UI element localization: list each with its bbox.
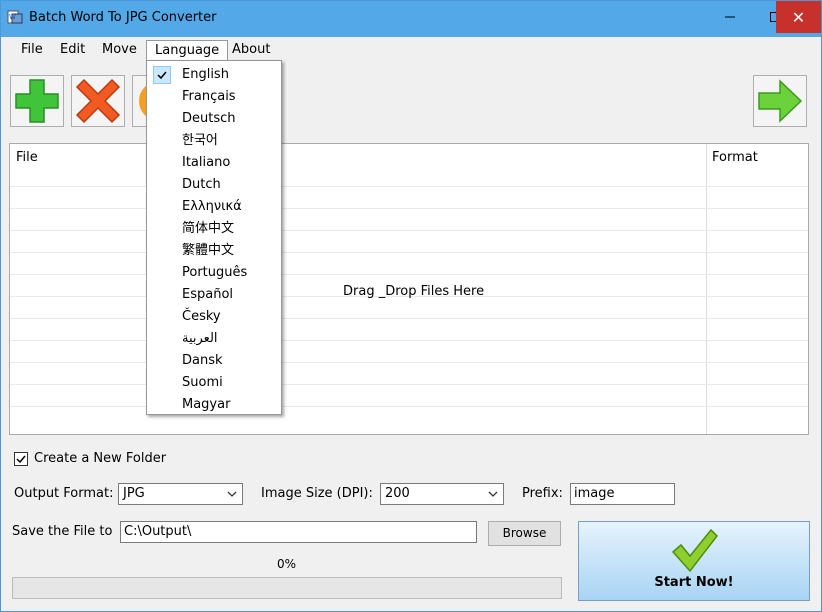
language-option[interactable]: Deutsch: [147, 108, 281, 130]
language-option[interactable]: Česky: [147, 306, 281, 328]
language-option-label: Português: [182, 265, 248, 280]
language-option[interactable]: Português: [147, 262, 281, 284]
language-option[interactable]: Ελληνικά: [147, 196, 281, 218]
menu-file[interactable]: File: [13, 40, 51, 62]
output-format-value: JPG: [123, 486, 145, 501]
close-icon: ✕: [791, 7, 806, 27]
language-option-label: English: [182, 67, 229, 82]
progress-bar: [12, 577, 562, 599]
new-folder-option[interactable]: Create a New Folder: [14, 451, 166, 466]
save-path-value: C:\Output\: [124, 524, 192, 539]
language-option[interactable]: Suomi: [147, 372, 281, 394]
new-folder-label: Create a New Folder: [34, 451, 167, 466]
menu-edit[interactable]: Edit: [52, 40, 93, 62]
language-option[interactable]: Français: [147, 86, 281, 108]
chevron-down-icon: [488, 491, 498, 497]
row-divider: [10, 384, 808, 385]
next-button[interactable]: [753, 75, 807, 127]
image-size-select[interactable]: 200: [380, 483, 504, 505]
column-divider: [706, 144, 707, 434]
row-divider: [10, 230, 808, 231]
language-option-label: Italiano: [182, 155, 231, 170]
language-option[interactable]: Dansk: [147, 350, 281, 372]
prefix-label: Prefix:: [522, 486, 563, 501]
start-now-label: Start Now!: [654, 575, 734, 590]
minimize-button[interactable]: [707, 1, 753, 33]
svg-text:W: W: [9, 13, 16, 21]
row-divider: [10, 208, 808, 209]
row-divider: [10, 406, 808, 407]
language-option-label: Deutsch: [182, 111, 236, 126]
column-header-file[interactable]: File: [16, 150, 38, 165]
drop-hint: Drag _Drop Files Here: [343, 284, 485, 299]
language-option-label: Dutch: [182, 177, 221, 192]
menu-bar: File Edit Move Language About: [1, 37, 821, 63]
language-option-label: Français: [182, 89, 236, 104]
x-icon: [75, 78, 121, 124]
row-divider: [10, 362, 808, 363]
close-button[interactable]: ✕: [776, 1, 821, 33]
image-size-label: Image Size (DPI):: [261, 486, 373, 501]
row-divider: [10, 252, 808, 253]
menu-about[interactable]: About: [224, 40, 278, 62]
remove-file-button[interactable]: [71, 75, 125, 127]
progress-label: 0%: [277, 557, 297, 571]
language-option-label: Español: [182, 287, 234, 302]
language-option-label: 繁體中文: [182, 243, 235, 258]
language-option-label: العربية: [182, 331, 218, 346]
window-title: Batch Word To JPG Converter: [29, 10, 217, 25]
language-option[interactable]: Italiano: [147, 152, 281, 174]
start-now-button[interactable]: Start Now!: [578, 521, 810, 601]
prefix-value: image: [574, 486, 615, 501]
output-format-select[interactable]: JPG: [118, 483, 243, 505]
language-option[interactable]: Dutch: [147, 174, 281, 196]
language-option[interactable]: English: [147, 64, 281, 86]
add-files-button[interactable]: [10, 75, 64, 127]
row-divider: [10, 318, 808, 319]
language-option[interactable]: Magyar: [147, 394, 281, 416]
prefix-input[interactable]: image: [570, 483, 675, 505]
language-option[interactable]: Español: [147, 284, 281, 306]
new-folder-checkbox[interactable]: [14, 451, 28, 466]
row-divider: [10, 186, 808, 187]
save-path-input[interactable]: C:\Output\: [120, 521, 477, 543]
checkmark-icon: [153, 66, 171, 84]
checkmark-icon: [16, 455, 26, 463]
plus-icon: [15, 79, 59, 123]
save-location-label: Save the File to: [12, 524, 113, 539]
language-option-label: Česky: [182, 309, 221, 324]
language-option-label: Ελληνικά: [182, 199, 242, 214]
arrow-right-icon: [758, 79, 803, 123]
image-size-value: 200: [385, 486, 410, 501]
language-option-label: 简体中文: [182, 221, 235, 236]
app-icon: W: [7, 10, 23, 24]
row-divider: [10, 274, 808, 275]
menu-move[interactable]: Move: [94, 40, 145, 62]
app-window: W Batch Word To JPG Converter ✕ File Edi…: [0, 0, 822, 612]
language-option-label: Magyar: [182, 397, 231, 412]
chevron-down-icon: [227, 491, 237, 497]
language-option[interactable]: 한국어: [147, 130, 281, 152]
column-header-format[interactable]: Format: [712, 150, 758, 165]
language-option-label: Dansk: [182, 353, 223, 368]
language-option[interactable]: العربية: [147, 328, 281, 350]
file-list[interactable]: File Format Drag _Drop Files Here: [9, 143, 809, 435]
language-option[interactable]: 简体中文: [147, 218, 281, 240]
language-option-label: 한국어: [182, 133, 218, 148]
language-option[interactable]: 繁體中文: [147, 240, 281, 262]
language-menu: English Français Deutsch 한국어 Italiano Dutch Ελ…: [146, 60, 282, 415]
browse-button[interactable]: Browse: [488, 521, 561, 546]
row-divider: [10, 340, 808, 341]
checkmark-icon: [671, 528, 718, 573]
language-option-label: Suomi: [182, 375, 223, 390]
menu-language[interactable]: Language: [146, 40, 229, 62]
title-bar[interactable]: W Batch Word To JPG Converter ✕: [1, 1, 821, 37]
minimize-icon: [725, 16, 735, 18]
output-format-label: Output Format:: [14, 486, 114, 501]
